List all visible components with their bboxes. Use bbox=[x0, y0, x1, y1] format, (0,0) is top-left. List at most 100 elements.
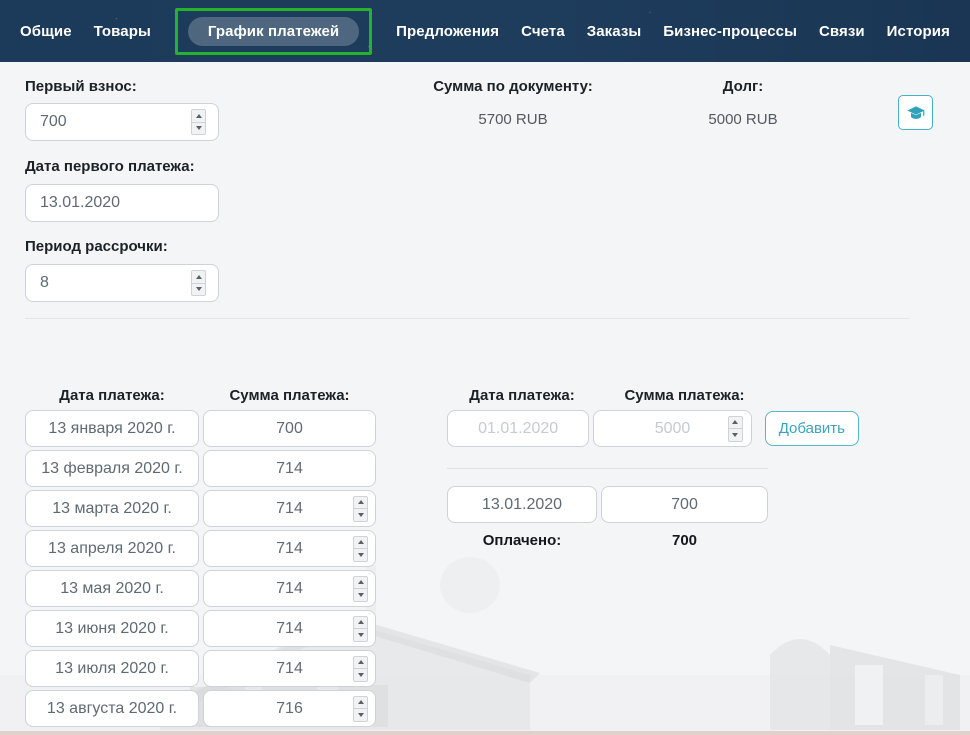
spinner-up-icon[interactable] bbox=[353, 696, 368, 710]
schedule-amount-input[interactable] bbox=[203, 490, 376, 527]
first-installment-spinner[interactable] bbox=[191, 109, 206, 135]
spinner-up-icon[interactable] bbox=[728, 416, 743, 430]
schedule-date-field bbox=[25, 410, 199, 447]
schedule-amount-field bbox=[203, 570, 376, 607]
schedule-amount-input[interactable] bbox=[203, 410, 376, 447]
schedule-date-input[interactable] bbox=[25, 610, 199, 647]
spinner-down-icon[interactable] bbox=[353, 629, 368, 642]
nav-tab-history[interactable]: История bbox=[887, 23, 950, 40]
spinner-down-icon[interactable] bbox=[353, 509, 368, 522]
schedule-amount-field bbox=[203, 410, 376, 447]
schedule-amount-field bbox=[203, 450, 376, 487]
schedule-table: Дата платежа: Сумма платежа: bbox=[25, 387, 376, 730]
nav-tab-orders[interactable]: Заказы bbox=[587, 23, 642, 40]
installment-period-field bbox=[25, 264, 219, 302]
schedule-amount-input[interactable] bbox=[203, 650, 376, 687]
schedule-date-input[interactable] bbox=[25, 650, 199, 687]
spinner-up-icon[interactable] bbox=[353, 656, 368, 670]
installment-period-label: Период рассрочки: bbox=[25, 238, 168, 255]
nav-tab-payment-schedule[interactable]: График платежей bbox=[188, 17, 359, 46]
schedule-amount-input[interactable] bbox=[203, 570, 376, 607]
new-payment-amount-spinner[interactable] bbox=[728, 416, 743, 442]
paid-payments-panel: Дата платежа: Сумма платежа: Добавить bbox=[447, 387, 859, 549]
spinner-up-icon[interactable] bbox=[353, 616, 368, 630]
schedule-amount-field bbox=[203, 490, 376, 527]
paid-summary-row: Оплачено: 700 bbox=[447, 532, 859, 549]
nav-tab-invoices[interactable]: Счета bbox=[521, 23, 565, 40]
tutorial-button[interactable] bbox=[898, 95, 933, 130]
nav-tab-business-processes[interactable]: Бизнес-процессы bbox=[663, 23, 797, 40]
paid-date-input[interactable] bbox=[447, 486, 597, 523]
spinner-down-icon[interactable] bbox=[353, 709, 368, 722]
schedule-date-header: Дата платежа: bbox=[25, 387, 199, 404]
schedule-date-field bbox=[25, 610, 199, 647]
schedule-amount-input[interactable] bbox=[203, 530, 376, 567]
schedule-amount-field bbox=[203, 650, 376, 687]
debt-value: 5000 RUB bbox=[668, 111, 818, 128]
first-payment-date-input[interactable] bbox=[25, 184, 219, 222]
new-payment-amount-field bbox=[593, 410, 751, 447]
schedule-date-input[interactable] bbox=[25, 410, 199, 447]
schedule-date-input[interactable] bbox=[25, 530, 199, 567]
nav-tab-links[interactable]: Связи bbox=[819, 23, 865, 40]
schedule-amount-spinner[interactable] bbox=[353, 656, 368, 682]
first-payment-date-field bbox=[25, 184, 219, 222]
nav-tab-products[interactable]: Товары bbox=[94, 23, 151, 40]
schedule-date-input[interactable] bbox=[25, 490, 199, 527]
spinner-down-icon[interactable] bbox=[728, 429, 743, 442]
spinner-down-icon[interactable] bbox=[191, 284, 206, 297]
paid-amount-field bbox=[601, 486, 768, 523]
nav-bar: Общие Товары График платежей Предложения… bbox=[0, 0, 970, 62]
schedule-row bbox=[25, 610, 376, 647]
schedule-amount-spinner[interactable] bbox=[353, 536, 368, 562]
spinner-up-icon[interactable] bbox=[353, 496, 368, 510]
first-installment-input[interactable] bbox=[25, 103, 219, 141]
schedule-amount-spinner[interactable] bbox=[353, 576, 368, 602]
paid-total-label: Оплачено: bbox=[447, 532, 597, 549]
first-payment-date-label: Дата первого платежа: bbox=[25, 158, 195, 175]
paid-payment-row bbox=[447, 486, 859, 523]
graduation-cap-icon bbox=[906, 103, 926, 123]
schedule-date-input[interactable] bbox=[25, 690, 199, 727]
new-payment-date-input[interactable] bbox=[447, 410, 589, 447]
document-sum-block: Сумма по документу: 5700 RUB bbox=[427, 78, 599, 128]
schedule-amount-spinner[interactable] bbox=[353, 616, 368, 642]
schedule-date-input[interactable] bbox=[25, 450, 199, 487]
schedule-amount-header: Сумма платежа: bbox=[203, 387, 376, 404]
spinner-down-icon[interactable] bbox=[353, 549, 368, 562]
debt-block: Долг: 5000 RUB bbox=[668, 78, 818, 128]
section-divider bbox=[25, 318, 909, 319]
schedule-row bbox=[25, 450, 376, 487]
schedule-row bbox=[25, 410, 376, 447]
paid-header-row: Дата платежа: Сумма платежа: bbox=[447, 387, 859, 404]
schedule-header-row: Дата платежа: Сумма платежа: bbox=[25, 387, 376, 404]
spinner-up-icon[interactable] bbox=[353, 576, 368, 590]
schedule-row bbox=[25, 570, 376, 607]
spinner-up-icon[interactable] bbox=[191, 270, 206, 284]
active-tab-highlight: График платежей bbox=[175, 8, 372, 55]
spinner-up-icon[interactable] bbox=[191, 109, 206, 123]
schedule-date-input[interactable] bbox=[25, 570, 199, 607]
installment-period-input[interactable] bbox=[25, 264, 219, 302]
nav-tab-offers[interactable]: Предложения bbox=[396, 23, 499, 40]
schedule-amount-field bbox=[203, 610, 376, 647]
schedule-row bbox=[25, 650, 376, 687]
spinner-up-icon[interactable] bbox=[353, 536, 368, 550]
schedule-row bbox=[25, 530, 376, 567]
schedule-date-field bbox=[25, 570, 199, 607]
new-payment-date-field bbox=[447, 410, 589, 447]
schedule-amount-input[interactable] bbox=[203, 690, 376, 727]
document-sum-label: Сумма по документу: bbox=[427, 78, 599, 95]
nav-tab-general[interactable]: Общие bbox=[20, 23, 72, 40]
schedule-amount-spinner[interactable] bbox=[353, 496, 368, 522]
spinner-down-icon[interactable] bbox=[353, 589, 368, 602]
schedule-amount-input[interactable] bbox=[203, 450, 376, 487]
spinner-down-icon[interactable] bbox=[191, 123, 206, 136]
schedule-amount-input[interactable] bbox=[203, 610, 376, 647]
installment-period-spinner[interactable] bbox=[191, 270, 206, 296]
schedule-amount-spinner[interactable] bbox=[353, 696, 368, 722]
schedule-date-field bbox=[25, 530, 199, 567]
paid-amount-input[interactable] bbox=[601, 486, 768, 523]
spinner-down-icon[interactable] bbox=[353, 669, 368, 682]
add-payment-button[interactable]: Добавить bbox=[765, 411, 859, 446]
